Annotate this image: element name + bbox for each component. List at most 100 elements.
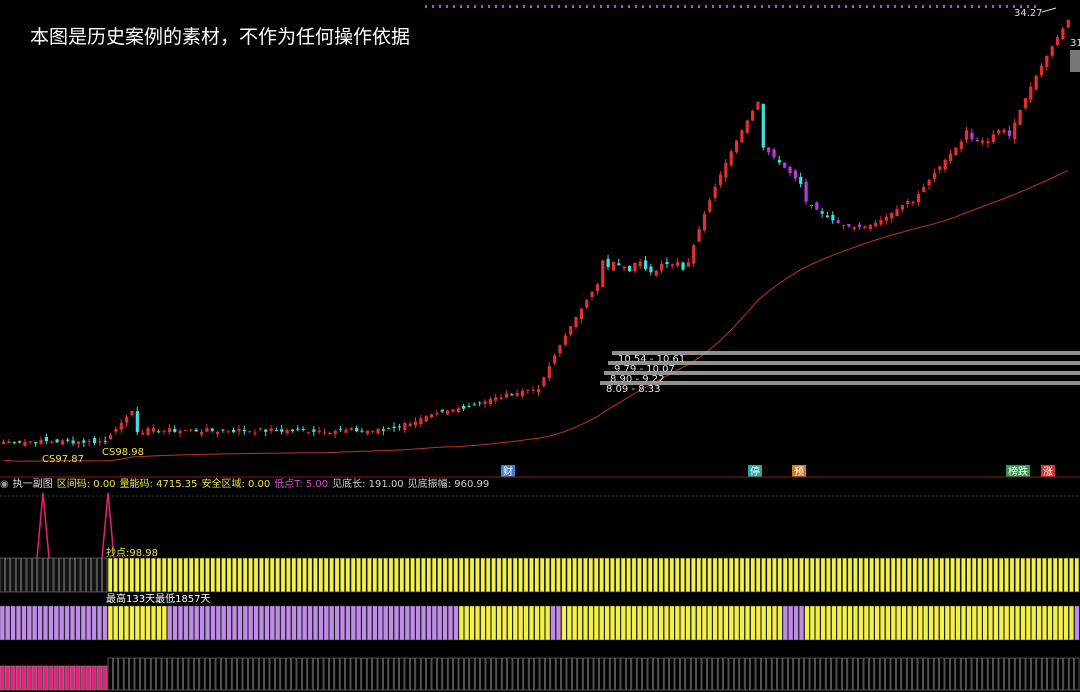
candle-body [601, 260, 605, 288]
top-marker [481, 5, 483, 8]
row1-bar [658, 557, 664, 593]
row3-bar [415, 657, 421, 691]
signal-spike [36, 492, 50, 559]
row1-bar [717, 557, 723, 593]
row1-bar [1014, 557, 1020, 593]
row2-bar [221, 605, 227, 641]
row1-bar [852, 557, 858, 593]
top-marker [642, 5, 644, 8]
top-marker [873, 5, 875, 8]
price-tag [1070, 50, 1080, 72]
row1-bar [102, 557, 108, 593]
row1-bar [264, 557, 270, 593]
row1-bar [107, 557, 113, 593]
candle-body [381, 429, 386, 431]
row3-bar [744, 657, 750, 691]
row2-bar [761, 605, 767, 641]
row3-bar [842, 657, 848, 691]
row1-bar [80, 557, 86, 593]
row3-bar [685, 657, 691, 691]
row3-bar [253, 657, 259, 691]
high-price-pointer [1041, 7, 1057, 13]
row1-bar [896, 557, 902, 593]
row2-bar [858, 605, 864, 641]
row1-bar [431, 557, 437, 593]
top-marker [838, 5, 840, 8]
top-marker [719, 5, 721, 8]
top-marker [768, 5, 770, 8]
disclaimer-text: 本图是历史案例的素材，不作为任何操作依据 [30, 26, 411, 48]
candle-body [216, 431, 220, 434]
row2-bar [842, 605, 848, 641]
top-marker [845, 5, 847, 8]
row2-bar [32, 605, 38, 641]
row3-bar [496, 657, 502, 691]
candle-body [1023, 98, 1028, 108]
row2-bar [442, 605, 448, 641]
candle-body [895, 209, 899, 216]
row3-bar [750, 657, 756, 691]
row2-bar [372, 605, 378, 641]
candle-body [18, 441, 22, 443]
row3-bar [42, 665, 48, 691]
candle-body [397, 426, 402, 428]
row3-bar [102, 665, 108, 691]
row3-bar [501, 657, 507, 691]
candle-body [686, 262, 690, 267]
top-marker [929, 5, 931, 8]
candle-body [697, 229, 701, 242]
row1-bar [1063, 557, 1069, 593]
candle-body [638, 261, 642, 267]
row2-bar [604, 605, 610, 641]
candle-body [911, 201, 915, 204]
top-marker [999, 5, 1001, 8]
row3-bar [561, 657, 567, 691]
row3-bar [701, 657, 707, 691]
top-marker [565, 5, 567, 8]
row1-bar [464, 557, 470, 593]
row2-bar [874, 605, 880, 641]
candle-body [665, 261, 669, 264]
candle-body [986, 141, 990, 144]
candle-body [927, 179, 931, 186]
top-marker [964, 5, 966, 8]
row3-bar [302, 657, 308, 691]
row2-bar [345, 605, 351, 641]
top-marker [880, 5, 882, 8]
row1-bar [906, 557, 912, 593]
row2-bar [1020, 605, 1026, 641]
row1-bar [69, 557, 75, 593]
candle-body [28, 441, 32, 443]
candle-body [649, 266, 653, 273]
candle-body [959, 141, 963, 150]
row3-bar [901, 657, 907, 691]
row1-bar [604, 557, 610, 593]
candle-body [392, 426, 396, 429]
row1-bar [188, 557, 194, 593]
row3-bar [356, 657, 362, 691]
row2-bar [394, 605, 400, 641]
candle-body [1066, 20, 1070, 28]
row2-bar [820, 605, 826, 641]
row3-bar [836, 657, 842, 691]
candle-body [269, 428, 273, 431]
row3-bar [1031, 657, 1037, 691]
row2-bar [615, 605, 621, 641]
row2-bar [890, 605, 896, 641]
candle-body [526, 389, 530, 391]
candle-body [890, 213, 894, 219]
row1-bar [96, 557, 102, 593]
row3-bar [631, 657, 637, 691]
row2-bar [437, 605, 443, 641]
row1-bar [156, 557, 162, 593]
row2-bar [718, 605, 724, 641]
row2-bar [426, 605, 432, 641]
row2-bar [572, 605, 578, 641]
row1-bar [269, 557, 275, 593]
row3-bar [372, 657, 378, 691]
row2-bar [388, 605, 394, 641]
row3-bar [53, 665, 59, 691]
row1-bar [350, 557, 356, 593]
row2-bar [1025, 605, 1031, 641]
candle-body [87, 440, 91, 442]
